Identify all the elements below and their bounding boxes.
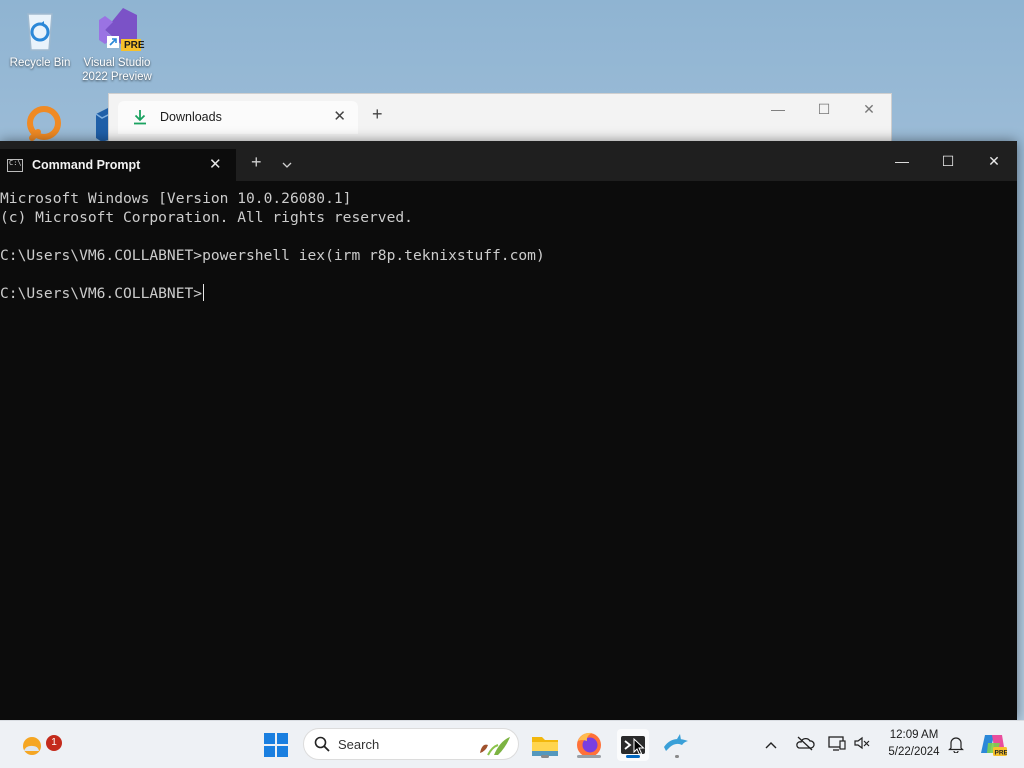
chevron-up-icon[interactable] xyxy=(764,737,778,755)
svg-text:PRE: PRE xyxy=(995,750,1008,757)
tab-downloads-label: Downloads xyxy=(160,110,222,124)
maximize-button[interactable]: ☐ xyxy=(801,94,847,124)
notification-badge: 1 xyxy=(46,735,62,751)
new-tab-button[interactable]: + xyxy=(251,153,262,171)
visual-studio-label-line2: 2022 Preview xyxy=(82,71,152,83)
onedrive-offline-icon[interactable] xyxy=(795,735,815,756)
recycle-bin-label: Recycle Bin xyxy=(9,57,71,69)
taskbar-firefox[interactable] xyxy=(573,729,605,761)
cmd-icon: C:\ xyxy=(7,159,23,172)
terminal-line: Microsoft Windows [Version 10.0.26080.1] xyxy=(0,190,352,207)
tab-command-prompt-label: Command Prompt xyxy=(32,158,141,172)
desktop-icon-visual-studio[interactable]: PRE Visual Studio 2022 Preview xyxy=(79,6,155,84)
running-indicator xyxy=(541,755,549,758)
windows-logo-icon xyxy=(264,733,288,757)
new-tab-button[interactable]: + xyxy=(372,105,383,123)
recycle-bin-icon xyxy=(16,6,64,54)
volume-muted-icon[interactable] xyxy=(853,735,871,756)
search-placeholder: Search xyxy=(338,737,380,752)
search-box[interactable]: Search xyxy=(303,728,519,760)
close-button[interactable]: ✕ xyxy=(846,94,892,124)
running-indicator xyxy=(577,755,601,758)
visual-studio-icon: PRE xyxy=(93,6,145,54)
display-icon[interactable] xyxy=(828,735,846,756)
minimize-button[interactable]: — xyxy=(755,94,801,124)
preview-badge: PRE xyxy=(124,40,145,51)
widgets-button[interactable]: 1 xyxy=(16,729,62,761)
search-highlight-icon xyxy=(474,733,514,762)
tab-downloads[interactable]: Downloads ✕ xyxy=(118,101,358,134)
taskbar-dolphin[interactable] xyxy=(661,729,693,761)
desktop-icon-recycle-bin[interactable]: Recycle Bin xyxy=(2,6,78,70)
orange-app-icon xyxy=(27,106,61,141)
text-cursor xyxy=(203,284,205,301)
terminal-prompt-line[interactable]: C:\Users\VM6.COLLABNET> xyxy=(0,284,1017,303)
terminal-line: C:\Users\VM6.COLLABNET>powershell iex(ir… xyxy=(0,247,545,264)
terminal-line: (c) Microsoft Corporation. All rights re… xyxy=(0,209,413,226)
running-indicator xyxy=(675,755,679,758)
notification-bell-icon[interactable] xyxy=(948,735,964,758)
mouse-pointer-icon xyxy=(633,737,645,761)
terminal-titlebar[interactable]: C:\ Command Prompt ✕ + — ☐ ✕ xyxy=(0,141,1017,181)
minimize-button[interactable]: — xyxy=(879,141,925,181)
search-icon xyxy=(314,736,330,757)
download-icon xyxy=(133,109,147,130)
clock-date[interactable]: 5/22/2024 xyxy=(880,746,948,758)
clock-time[interactable]: 12:09 AM xyxy=(880,729,948,741)
close-button[interactable]: ✕ xyxy=(971,141,1017,181)
start-button[interactable] xyxy=(260,729,292,761)
tab-close-icon[interactable]: ✕ xyxy=(209,155,222,173)
terminal-prompt: C:\Users\VM6.COLLABNET> xyxy=(0,285,203,302)
terminal-output[interactable]: Microsoft Windows [Version 10.0.26080.1]… xyxy=(0,189,1017,720)
desktop-icon-orange-app[interactable] xyxy=(24,104,64,144)
chevron-down-icon[interactable] xyxy=(282,156,292,174)
tab-close-icon[interactable]: ✕ xyxy=(333,107,346,125)
tab-command-prompt[interactable]: C:\ Command Prompt ✕ xyxy=(0,149,236,181)
maximize-button[interactable]: ☐ xyxy=(925,141,971,181)
copilot-icon[interactable]: PRE xyxy=(979,731,1009,762)
terminal-window[interactable]: C:\ Command Prompt ✕ + — ☐ ✕ Microsoft W… xyxy=(0,141,1017,720)
taskbar-file-explorer[interactable] xyxy=(529,729,561,761)
weather-icon xyxy=(23,737,41,755)
taskbar: 1 Search 12:09 AM 5/22/2024 PRE xyxy=(0,720,1024,768)
visual-studio-label-line1: Visual Studio xyxy=(83,57,151,69)
